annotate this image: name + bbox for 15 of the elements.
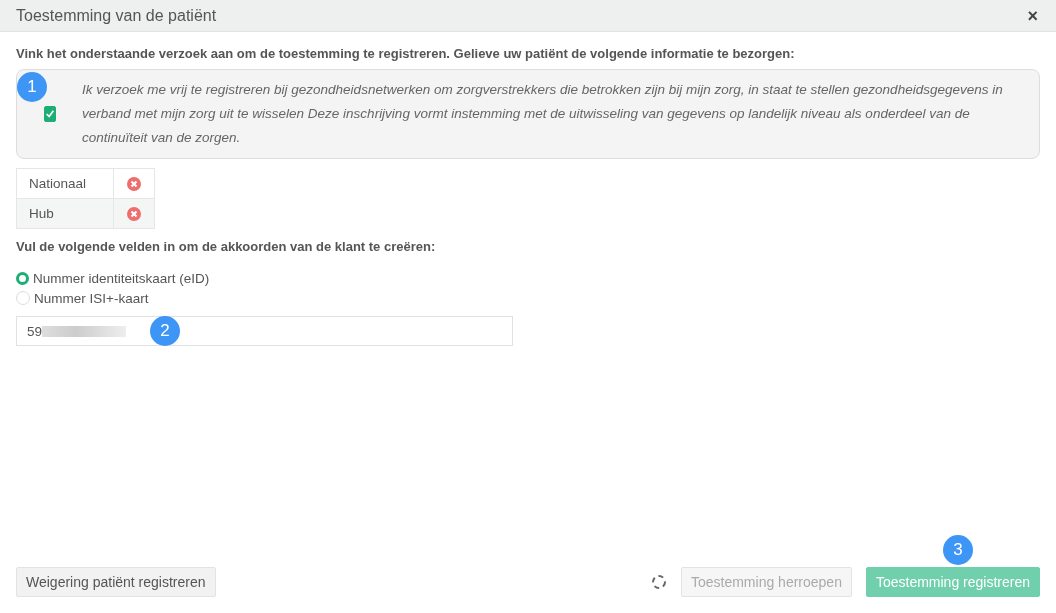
step-badge: 1 — [17, 72, 47, 102]
checkbox[interactable] — [43, 106, 56, 122]
table-cell: Hub — [16, 198, 114, 229]
refuse-button[interactable]: Weigering patiënt registreren — [16, 567, 216, 597]
window-title: Toestemming van de patiënt — [16, 6, 217, 25]
instruction-text: Vink het onderstaande verzoek aan om de toestemming te registreren. Gelieve uw patiënt de volgende informatie te bezorgen: — [16, 46, 796, 61]
step-badge: 3 — [943, 535, 973, 565]
consent-text: Ik verzoek me vrij te registreren bij gezondheidsnetwerken om zorgverstrekkers die betrokken zijn bij mijn zorg, in staat te stellen gezondheidsgegevens in verband met mijn zorg uit te wisselen Deze inschrijving vormt instemming met de uitwisseling van gegevens op landelijk niveau als onderdeel van de continuïteit van de zorgen. — [82, 81, 1004, 147]
radio-option[interactable]: Nummer identiteitskaart (eID) — [16, 268, 1040, 288]
radio-option[interactable]: Nummer ISI+-kaart — [16, 288, 1040, 308]
input-field[interactable]: 59 2 — [16, 316, 513, 346]
close-button[interactable]: × — [1025, 6, 1040, 25]
table-cell: Nationaal — [16, 168, 114, 199]
step-badge: 2 — [150, 316, 180, 346]
fields-heading: Vul de volgende velden in om de akkoorden van de klant te creëren: — [16, 239, 437, 254]
